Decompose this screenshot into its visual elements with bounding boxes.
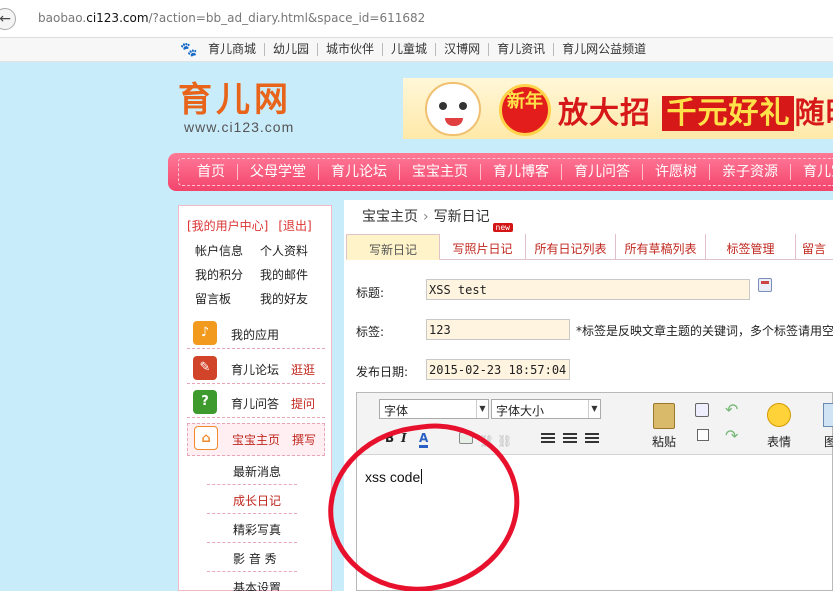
home-icon: ⌂ [194, 426, 218, 450]
tab-messages[interactable]: 留言 [796, 234, 833, 260]
ask-question-link[interactable]: 提问 [291, 395, 315, 412]
undo-icon[interactable]: ↶ [725, 400, 738, 419]
font-family-select[interactable]: 字体 ▼ [379, 399, 489, 419]
new-badge: new [492, 223, 513, 232]
back-arrow-icon[interactable]: ← [0, 8, 16, 30]
paste-label: 粘贴 [652, 435, 677, 449]
emoji-icon[interactable] [767, 403, 791, 427]
profile-link[interactable]: 个人资料 [260, 242, 325, 266]
submenu-settings[interactable]: 基本设置 [207, 572, 297, 591]
sheep-mascot-icon [425, 82, 481, 136]
image-icon[interactable] [823, 403, 833, 427]
tab-all-diaries[interactable]: 所有日记列表 [526, 234, 616, 260]
copy-icon[interactable] [695, 403, 709, 417]
user-center-header: [我的用户中心] [退出] [187, 217, 312, 234]
breadcrumb: 宝宝主页 › 写新日记 [362, 209, 490, 225]
chevron-down-icon: ▼ [588, 400, 600, 418]
menu-item-resources[interactable]: 亲子资源 [710, 164, 791, 180]
site-top-nav: 🐾 育儿商城 幼儿园 城市伙伴 儿童城 汉博网 育儿资讯 育儿网公益频道 [0, 38, 833, 62]
logo-url: www.ci123.com [184, 119, 295, 135]
submenu-photos[interactable]: 精彩写真 [207, 514, 297, 543]
topnav-item[interactable]: 育儿网公益频道 [554, 43, 654, 56]
submenu-growth-diary[interactable]: 成长日记 [207, 485, 297, 514]
sidebar-item-forum[interactable]: ✎ 育儿论坛 逛逛 [187, 354, 325, 384]
url-field[interactable]: baobao.ci123.com/?action=bb_ad_diary.htm… [38, 11, 425, 25]
points-link[interactable]: 我的积分 [195, 266, 260, 290]
menu-item-forum[interactable]: 育儿论坛 [319, 164, 400, 180]
date-label: 发布日期: [356, 365, 409, 379]
font-size-select[interactable]: 字体大小 ▼ [491, 399, 601, 419]
tab-tag-management[interactable]: 标签管理 [706, 234, 796, 260]
align-left-icon[interactable] [541, 433, 555, 443]
paw-icon: 🐾 [180, 42, 198, 58]
calendar-icon[interactable] [758, 278, 772, 292]
sidebar-item-label: 育儿问答 [231, 397, 280, 411]
user-sidebar: [我的用户中心] [退出] 帐户信息 个人资料 我的积分 我的邮件 留言板 我的好… [178, 205, 332, 591]
topnav-item[interactable]: 幼儿园 [265, 43, 319, 56]
topnav-item[interactable]: 儿童城 [383, 43, 437, 56]
title-input[interactable]: XSS test [426, 279, 750, 300]
redo-icon[interactable]: ↷ [725, 426, 738, 445]
tags-input[interactable]: 123 [426, 319, 570, 340]
topnav-item[interactable]: 育儿资讯 [489, 43, 555, 56]
paste-plain-icon[interactable] [697, 429, 709, 441]
account-links: 帐户信息 个人资料 我的积分 我的邮件 留言板 我的好友 [195, 242, 325, 314]
banner-slogan: 放大招 千元好礼随时 [558, 96, 833, 131]
menu-item-baby-home[interactable]: 宝宝主页 [400, 164, 481, 180]
topnav-item[interactable]: 育儿商城 [200, 43, 266, 56]
align-right-icon[interactable] [585, 433, 599, 443]
emoji-label: 表情 [767, 435, 792, 449]
sidebar-item-label: 育儿论坛 [231, 363, 280, 377]
menu-item-parent-school[interactable]: 父母学堂 [238, 164, 319, 180]
promo-banner[interactable]: 新年 放大招 千元好礼随时 [403, 78, 833, 139]
browser-address-bar: ← baobao.ci123.com/?action=bb_ad_diary.h… [0, 0, 833, 38]
publish-date-input[interactable]: 2015-02-23 18:57:04 [426, 359, 570, 380]
submenu-media[interactable]: 影 音 秀 [207, 543, 297, 572]
site-logo[interactable]: 育儿网 www.ci123.com [178, 80, 328, 140]
menu-item-blog[interactable]: 育儿博客 [481, 164, 562, 180]
tab-write-diary[interactable]: 写新日记 [346, 234, 440, 260]
sidebar-item-label: 宝宝主页 [232, 433, 281, 447]
diary-tabs: 写新日记 写照片日记 new 所有日记列表 所有草稿列表 标签管理 留言 [346, 223, 833, 260]
tab-photo-diary[interactable]: 写照片日记 new [440, 223, 526, 260]
tags-hint: *标签是反映文章主题的关键词，多个标签请用空 [576, 324, 833, 338]
user-center-link[interactable]: [我的用户中心] [187, 219, 268, 233]
new-year-badge: 新年 [499, 84, 551, 136]
app-icon: ♪ [193, 321, 217, 345]
clipboard-paste-icon[interactable] [653, 403, 675, 429]
submenu-latest-news[interactable]: 最新消息 [207, 456, 297, 485]
question-icon: ? [193, 390, 217, 414]
chevron-down-icon: ▼ [476, 400, 488, 418]
title-label: 标题: [356, 286, 385, 300]
account-info-link[interactable]: 帐户信息 [195, 242, 260, 266]
guestbook-link[interactable]: 留言板 [195, 290, 260, 314]
logo-chinese: 育儿网 [178, 80, 292, 120]
breadcrumb-current: 写新日记 [433, 209, 490, 225]
tab-all-drafts[interactable]: 所有草稿列表 [616, 234, 706, 260]
breadcrumb-baby-home[interactable]: 宝宝主页 [362, 209, 418, 225]
baby-home-submenu: 最新消息 成长日记 精彩写真 影 音 秀 基本设置 [207, 456, 297, 591]
forum-browse-link[interactable]: 逛逛 [291, 361, 315, 378]
sidebar-item-label: 我的应用 [231, 328, 280, 342]
align-center-icon[interactable] [563, 433, 577, 443]
write-link[interactable]: 撰写 [292, 431, 316, 448]
friends-link[interactable]: 我的好友 [260, 290, 325, 314]
sidebar-item-my-apps[interactable]: ♪ 我的应用 [187, 319, 325, 349]
mail-link[interactable]: 我的邮件 [260, 266, 325, 290]
menu-item-more[interactable]: 育儿宝 [791, 164, 833, 180]
menu-item-home[interactable]: 首页 [185, 164, 238, 180]
sidebar-item-baby-home[interactable]: ⌂ 宝宝主页 撰写 [187, 423, 325, 456]
sidebar-item-qa[interactable]: ? 育儿问答 提问 [187, 388, 325, 418]
forum-icon: ✎ [193, 356, 217, 380]
menu-item-qa[interactable]: 育儿问答 [562, 164, 643, 180]
tags-label: 标签: [356, 325, 385, 339]
main-menu: 首页 父母学堂 育儿论坛 宝宝主页 育儿博客 育儿问答 许愿树 亲子资源 育儿宝 [168, 153, 833, 191]
topnav-item[interactable]: 城市伙伴 [318, 43, 384, 56]
logout-link[interactable]: [退出] [278, 219, 311, 233]
unlink-icon[interactable]: ⛓ [497, 434, 512, 448]
menu-item-wish-tree[interactable]: 许愿树 [643, 164, 710, 180]
topnav-item[interactable]: 汉博网 [436, 43, 490, 56]
image-label: 图 [824, 435, 833, 449]
